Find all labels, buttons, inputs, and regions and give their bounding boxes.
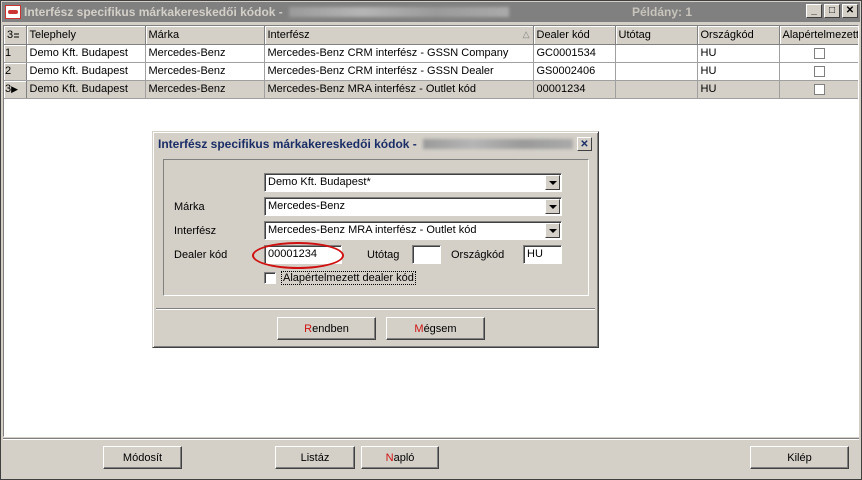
cell-telephely[interactable]: Demo Kft. Budapest: [26, 62, 146, 81]
dialog-divider: [156, 308, 595, 310]
dealer-kod-input[interactable]: 00001234: [264, 245, 342, 264]
default-dealer-checkbox-label[interactable]: Alapértelmezett dealer kód: [281, 271, 416, 285]
cell-interfesz[interactable]: Mercedes-Benz MRA interfész - Outlet kód: [264, 80, 534, 99]
dialog-title-bar: Interfész specifikus márkakereskedői kód…: [156, 135, 595, 153]
row-pointer-icon: ▶: [11, 84, 19, 94]
table-row[interactable]: 2 Demo Kft. Budapest Mercedes-Benz Merce…: [4, 62, 858, 81]
chevron-down-icon[interactable]: [545, 199, 560, 214]
column-header-marka[interactable]: Márka: [145, 26, 265, 45]
dealer-kod-label: Dealer kód: [174, 249, 228, 261]
row-number[interactable]: 1: [4, 44, 27, 63]
list-button[interactable]: Listáz: [275, 446, 355, 469]
cell-alapertelmezett[interactable]: [779, 44, 858, 63]
title-bar: Interfész specifikus márkakereskedői kód…: [2, 2, 860, 22]
cell-dealer-kod[interactable]: GS0002406: [533, 62, 616, 81]
column-header-interfesz[interactable]: Interfész △: [264, 26, 534, 45]
cell-alapertelmezett[interactable]: [779, 62, 858, 81]
cell-orszagkod[interactable]: HU: [697, 80, 780, 99]
chevron-down-icon[interactable]: [545, 175, 560, 190]
table-row-selected[interactable]: 3▶ Demo Kft. Budapest Mercedes-Benz Merc…: [4, 80, 858, 99]
default-checkbox[interactable]: [814, 65, 825, 77]
cell-telephely[interactable]: Demo Kft. Budapest: [26, 80, 146, 99]
chevron-down-icon[interactable]: [545, 223, 560, 238]
default-dealer-checkbox[interactable]: Alapértelmezett dealer kód: [264, 271, 416, 285]
column-header-utotag[interactable]: Utótag: [615, 26, 698, 45]
column-header-dealer-kod[interactable]: Dealer kód: [533, 26, 616, 45]
grid-corner[interactable]: 3≣: [4, 26, 27, 45]
ok-button[interactable]: Rendben: [277, 317, 376, 340]
row-number[interactable]: 2: [4, 62, 27, 81]
cell-marka[interactable]: Mercedes-Benz: [145, 44, 265, 63]
column-header-telephely[interactable]: Telephely: [26, 26, 146, 45]
row-number[interactable]: 3▶: [4, 80, 27, 99]
interfesz-label: Interfész: [174, 225, 217, 237]
cell-utotag[interactable]: [615, 44, 698, 63]
checkbox-box[interactable]: [264, 272, 276, 284]
dialog-close-button[interactable]: ✕: [577, 137, 592, 151]
marka-select[interactable]: Mercedes-Benz: [264, 197, 562, 216]
cell-utotag[interactable]: [615, 80, 698, 99]
cell-dealer-kod[interactable]: 00001234: [533, 80, 616, 99]
cell-interfesz[interactable]: Mercedes-Benz CRM interfész - GSSN Compa…: [264, 44, 534, 63]
modify-button[interactable]: Módosít: [103, 446, 182, 469]
telephely-select[interactable]: Demo Kft. Budapest*: [264, 173, 562, 192]
utotag-label: Utótag: [367, 249, 400, 261]
blurred-dialog-title-text: [422, 139, 573, 149]
cell-utotag[interactable]: [615, 62, 698, 81]
cell-orszagkod[interactable]: HU: [697, 44, 780, 63]
default-checkbox[interactable]: [814, 83, 825, 95]
orszagkod-label: Országkód: [451, 249, 505, 261]
cell-alapertelmezett[interactable]: [779, 80, 858, 99]
sort-asc-icon: △: [522, 28, 530, 39]
instance-count: Példány: 1: [632, 5, 693, 19]
column-header-alapertelmezett[interactable]: Alapértelmezett d: [779, 26, 858, 45]
cell-marka[interactable]: Mercedes-Benz: [145, 80, 265, 99]
orszagkod-input[interactable]: HU: [523, 245, 562, 264]
cell-interfesz[interactable]: Mercedes-Benz CRM interfész - GSSN Deale…: [264, 62, 534, 81]
maximize-button[interactable]: □: [824, 4, 840, 18]
utotag-input[interactable]: [412, 245, 441, 264]
cell-orszagkod[interactable]: HU: [697, 62, 780, 81]
footer-divider: [3, 438, 859, 440]
exit-button[interactable]: Kilép: [750, 446, 849, 469]
app-icon: [5, 5, 21, 19]
minimize-button[interactable]: _: [806, 4, 822, 18]
marka-label: Márka: [174, 201, 205, 213]
column-header-orszagkod[interactable]: Országkód: [697, 26, 780, 45]
window-title: Interfész specifikus márkakereskedői kód…: [24, 5, 283, 19]
close-button[interactable]: ✕: [842, 4, 858, 18]
cancel-button[interactable]: Mégsem: [386, 317, 485, 340]
interfesz-select[interactable]: Mercedes-Benz MRA interfész - Outlet kód: [264, 221, 562, 240]
cell-marka[interactable]: Mercedes-Benz: [145, 62, 265, 81]
log-button[interactable]: Napló: [361, 446, 439, 469]
dialog-title: Interfész specifikus márkakereskedői kód…: [158, 137, 417, 151]
cell-dealer-kod[interactable]: GC0001534: [533, 44, 616, 63]
grid-header-row: 3≣ Telephely Márka Interfész △ Dealer kód…: [4, 26, 858, 45]
blurred-title-text: [288, 7, 509, 17]
default-checkbox[interactable]: [814, 47, 825, 59]
table-row[interactable]: 1 Demo Kft. Budapest Mercedes-Benz Merce…: [4, 44, 858, 63]
cell-telephely[interactable]: Demo Kft. Budapest: [26, 44, 146, 63]
